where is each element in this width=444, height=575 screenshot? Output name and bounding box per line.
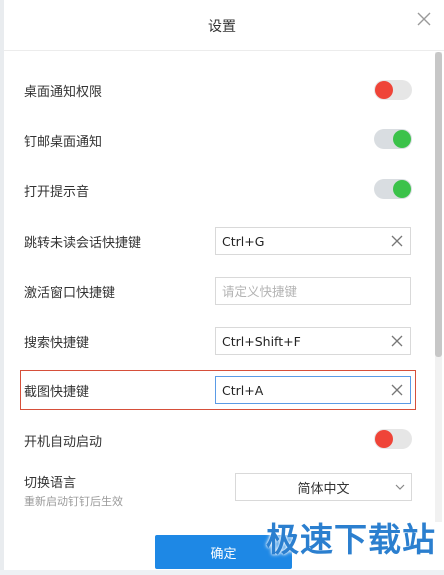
dialog-title: 设置 [208,19,236,35]
screenshot-shortcut-input[interactable] [216,382,388,398]
screenshot-shortcut-label: 截图快捷键 [24,384,90,400]
header-divider [4,50,444,51]
toggle-knob [375,430,393,448]
sound-toggle[interactable] [374,179,412,199]
mail-notify-toggle[interactable] [374,129,412,149]
jump-unread-field[interactable] [215,227,411,255]
search-shortcut-label: 搜索快捷键 [24,335,90,351]
setting-mail-notify: 钉邮桌面通知 [24,122,414,158]
language-hint: 重新启动钉钉后生效 [24,495,123,508]
toggle-knob [393,180,411,198]
mail-notify-label: 钉邮桌面通知 [24,134,103,150]
desktop-notify-label: 桌面通知权限 [24,84,103,100]
search-shortcut-field[interactable] [215,327,411,355]
autostart-toggle[interactable] [374,429,412,449]
clear-icon[interactable] [391,335,403,347]
setting-language: 切换语言 重新启动钉钉后生效 [24,472,123,509]
watermark-logo: 极速下载站 [266,520,436,559]
setting-autostart: 开机自动启动 [24,422,414,458]
clear-icon[interactable] [391,384,403,396]
close-icon[interactable] [416,11,432,27]
clear-icon[interactable] [391,235,403,247]
screenshot-shortcut-field[interactable] [215,376,411,404]
activate-window-field[interactable] [215,277,411,305]
autostart-label: 开机自动启动 [24,434,103,450]
activate-window-input[interactable] [216,283,388,299]
language-label: 切换语言 [24,476,77,491]
activate-window-label: 激活窗口快捷键 [24,285,116,301]
toggle-knob [375,81,393,99]
search-shortcut-input[interactable] [216,333,388,349]
scrollbar-thumb[interactable] [435,52,442,357]
window-frame-left [0,0,4,575]
jump-unread-label: 跳转未读会话快捷键 [24,235,142,251]
chevron-down-icon [395,484,405,490]
bottom-edge [0,570,444,575]
jump-unread-input[interactable] [216,233,388,249]
sound-label: 打开提示音 [24,184,90,200]
language-select[interactable]: 简体中文 [235,473,412,501]
setting-sound: 打开提示音 [24,172,414,208]
setting-desktop-notify: 桌面通知权限 [24,72,414,108]
toggle-knob [393,130,411,148]
language-selected-value: 简体中文 [297,481,350,497]
desktop-notify-toggle[interactable] [374,80,412,100]
